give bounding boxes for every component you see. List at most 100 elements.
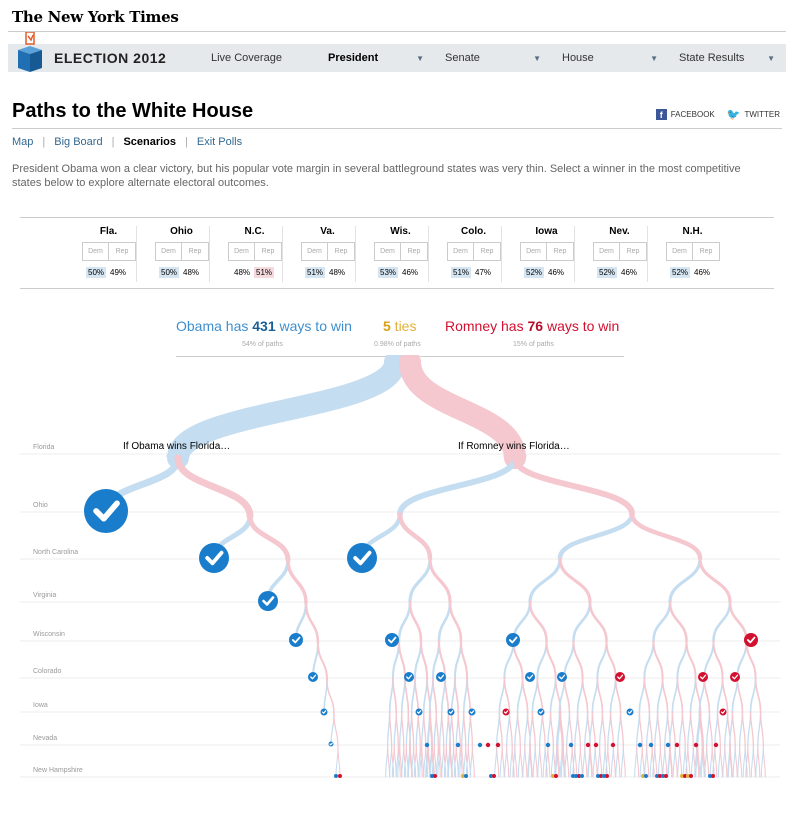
winner-toggle: Dem Rep <box>301 242 355 261</box>
subnav-exit-polls[interactable]: Exit Polls <box>197 136 242 148</box>
dem-button[interactable]: Dem <box>155 242 182 261</box>
dem-button[interactable]: Dem <box>301 242 328 261</box>
winner-check-icon <box>698 672 708 682</box>
vote-share: 52% 46% <box>597 267 641 278</box>
branch <box>656 711 661 746</box>
leaf-dot <box>455 742 461 748</box>
tab-state-results[interactable]: State Results ▼ <box>669 44 785 72</box>
branch <box>408 557 432 604</box>
branch <box>736 677 744 713</box>
rep-button[interactable]: Rep <box>620 242 647 261</box>
branch <box>572 600 592 643</box>
dem-button[interactable]: Dem <box>447 242 474 261</box>
branch <box>247 513 291 563</box>
branch <box>419 639 429 680</box>
intro-text: President Obama won a clear victory, but… <box>12 163 741 189</box>
romney-paths: Romney has 76 ways to win <box>445 318 619 334</box>
winner-toggle: Dem Rep <box>228 242 282 261</box>
branch <box>459 639 469 680</box>
tab-senate[interactable]: Senate ▼ <box>435 44 551 72</box>
state-nev: Nev. Dem Rep 52% 46% <box>583 218 656 288</box>
branch <box>703 639 715 680</box>
branch <box>681 711 686 746</box>
branch <box>417 711 421 746</box>
dem-button[interactable]: Dem <box>374 242 401 261</box>
branch <box>596 677 604 713</box>
branch <box>528 600 548 643</box>
dem-button[interactable]: Dem <box>82 242 109 261</box>
rep-button[interactable]: Rep <box>328 242 355 261</box>
branch <box>664 744 668 778</box>
dem-pct: 51% <box>451 267 472 278</box>
state-colo: Colo. Dem Rep 51% 47% <box>437 218 510 288</box>
dem-button[interactable]: Dem <box>666 242 693 261</box>
vote-share: 52% 46% <box>524 267 568 278</box>
state-divider <box>136 226 137 282</box>
branch <box>721 677 729 713</box>
branch <box>671 677 679 713</box>
branch <box>638 677 646 713</box>
rep-pct: 48% <box>183 268 200 277</box>
branch <box>448 600 463 643</box>
twitter-icon: 🐦 <box>726 109 741 121</box>
tab-live-coverage[interactable]: Live Coverage <box>201 44 317 72</box>
rep-button[interactable]: Rep <box>693 242 720 261</box>
branch <box>716 677 724 713</box>
leaf-dot <box>568 742 574 748</box>
tie-path-share: 0.98% of paths <box>374 341 421 348</box>
branch <box>524 744 528 778</box>
winner-check-icon <box>347 543 377 573</box>
branch <box>558 557 592 604</box>
election-brand[interactable]: ELECTION 2012 <box>8 32 200 72</box>
branch <box>757 744 761 778</box>
row-label: Colorado <box>33 668 62 675</box>
dem-button[interactable]: Dem <box>593 242 620 261</box>
branch <box>463 711 467 746</box>
state-wis: Wis. Dem Rep 53% 46% <box>364 218 437 288</box>
branch <box>304 601 320 645</box>
subnav-scenarios[interactable]: Scenarios <box>123 136 176 148</box>
branch <box>614 677 622 713</box>
branch <box>536 677 544 713</box>
row-label: Wisconsin <box>33 631 65 638</box>
rep-button[interactable]: Rep <box>474 242 501 261</box>
state-name: Nev. <box>609 226 630 237</box>
facebook-share-button[interactable]: f FACEBOOK <box>655 108 715 121</box>
leaf-dot <box>492 774 496 778</box>
branch <box>404 677 410 713</box>
state-va: Va. Dem Rep 51% 48% <box>291 218 364 288</box>
rep-button[interactable]: Rep <box>109 242 136 261</box>
rep-button[interactable]: Rep <box>255 242 282 261</box>
tab-house[interactable]: House ▼ <box>552 44 668 72</box>
rep-button[interactable]: Rep <box>182 242 209 261</box>
rep-pct: 46% <box>402 268 419 277</box>
branch <box>563 677 571 713</box>
dem-button[interactable]: Dem <box>228 242 255 261</box>
branch <box>501 744 505 778</box>
branch <box>754 677 762 713</box>
state-ohio: Ohio Dem Rep 50% 48% <box>145 218 218 288</box>
rep-button[interactable]: Rep <box>401 242 428 261</box>
winner-check-icon <box>385 633 399 647</box>
branch <box>584 744 588 778</box>
scenario-tree[interactable]: Florida Ohio North Carolina Virginia Wiscons… <box>0 355 798 795</box>
branch <box>397 511 433 561</box>
obama-path-share: 54% of paths <box>242 341 283 348</box>
branch <box>749 677 757 713</box>
state-name: Va. <box>320 226 335 237</box>
dem-pct: 50% <box>159 267 180 278</box>
row-label: North Carolina <box>33 549 78 556</box>
branch <box>724 744 728 778</box>
winner-check-icon <box>84 489 128 533</box>
state-name: Iowa <box>535 226 558 237</box>
tab-president[interactable]: President ▼ <box>318 44 434 72</box>
branch <box>728 600 748 643</box>
state-divider <box>574 226 575 282</box>
dem-button[interactable]: Dem <box>520 242 547 261</box>
twitter-share-button[interactable]: 🐦 TWITTER <box>727 108 780 121</box>
subnav-big-board[interactable]: Big Board <box>54 136 102 148</box>
rep-button[interactable]: Rep <box>547 242 574 261</box>
nyt-logo[interactable]: The New York Times <box>12 8 179 26</box>
leaf-dot <box>648 742 654 748</box>
subnav-map[interactable]: Map <box>12 136 33 148</box>
